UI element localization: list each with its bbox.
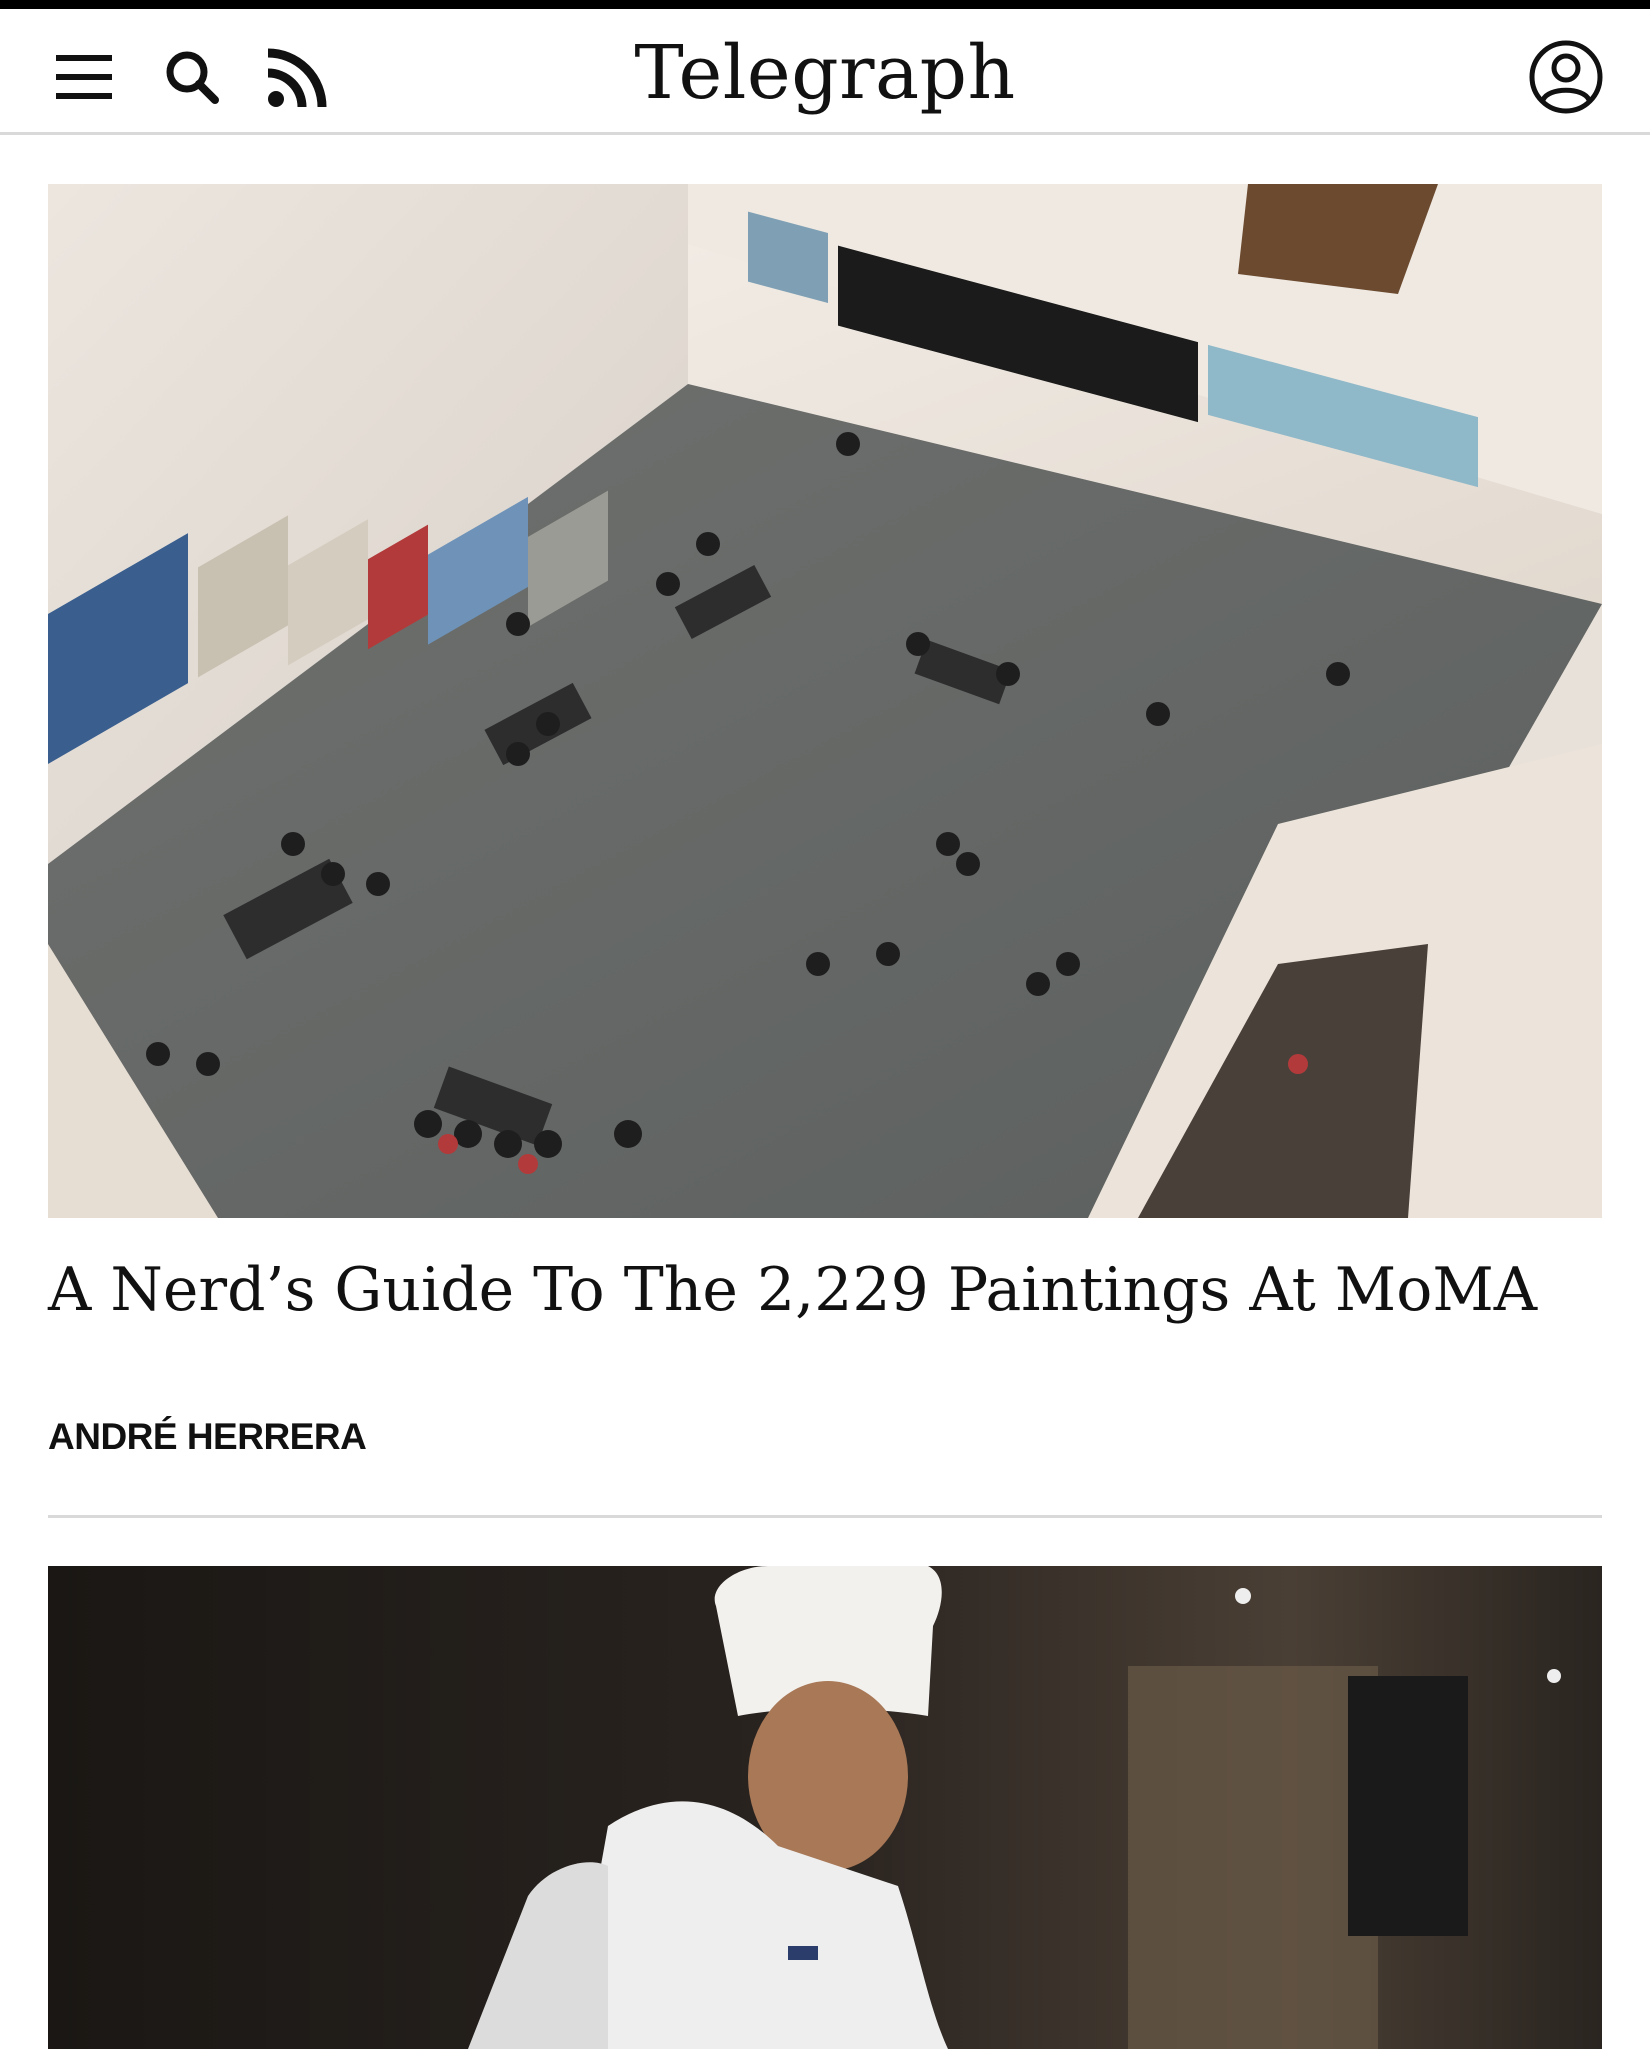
article-card[interactable]: A Nerd’s Guide To The 2,229 Paintings At… [48, 184, 1602, 1457]
article-card[interactable] [48, 1566, 1602, 2049]
article-hero-image[interactable] [48, 184, 1602, 1218]
account-button[interactable] [1526, 37, 1606, 117]
article-headline[interactable]: A Nerd’s Guide To The 2,229 Paintings At… [48, 1252, 1537, 1328]
article-hero-image[interactable] [48, 1566, 1602, 2049]
account-icon [1529, 40, 1603, 114]
brand-logo[interactable]: Telegraph [0, 23, 1650, 123]
top-accent-bar [0, 0, 1650, 9]
site-header: Telegraph [0, 9, 1650, 135]
article-divider [48, 1515, 1602, 1518]
article-byline[interactable]: ANDRÉ HERRERA [48, 1416, 367, 1458]
